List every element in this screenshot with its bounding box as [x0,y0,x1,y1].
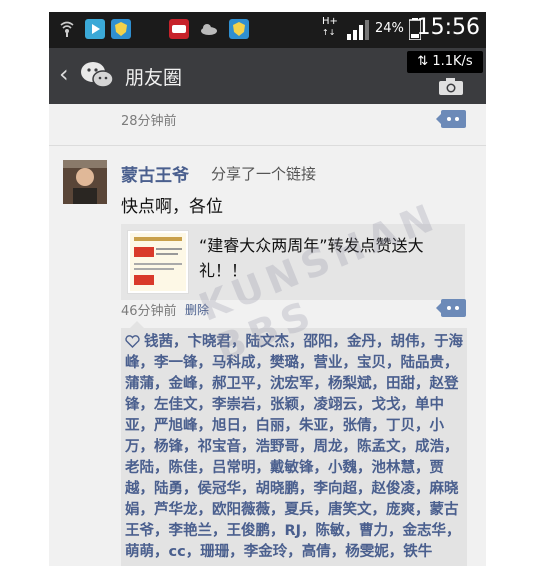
shield-app-icon [111,19,131,39]
youku-app-icon [169,19,189,39]
poster-name[interactable]: 蒙古王爷 [121,161,189,186]
status-bar: H+ ↑↓ 24% 15:56 [49,12,486,48]
app-titlebar: ‹ 朋友圈 ⇅ 1.1K/s [49,48,486,104]
clock-time: 15:56 [416,15,480,40]
poster-action: 分享了一个链接 [211,165,317,183]
prev-post-time: 28分钟前 [121,114,177,129]
network-type: H+ ↑↓ [322,16,338,37]
comment-more-icon-2[interactable] [436,298,466,318]
shared-link-card[interactable]: “建睿大众两周年”转发点赞送大礼！！ [121,224,465,300]
likes-box: 钱茜，卞晓君，陆文杰，邵阳，金丹，胡伟，于海峰，李一锋，马科成，樊璐，营业，宝贝… [121,328,467,566]
delete-link[interactable]: 删除 [185,301,209,318]
net-speed-indicator: ⇅ 1.1K/s [407,51,483,73]
phone-screen: H+ ↑↓ 24% 15:56 ‹ 朋友圈 ⇅ 1.1K/s 28分钟前 蒙古王… [49,12,486,566]
comment-more-icon[interactable] [436,109,466,129]
post-text: 快点啊，各位 [121,197,223,217]
wifi-hotspot-icon [60,21,74,37]
link-thumbnail [127,230,189,294]
link-title: “建睿大众两周年”转发点赞送大礼！！ [199,236,424,280]
signal-strength-icon [347,20,369,40]
heart-icon [125,335,140,348]
post-divider [49,145,486,146]
video-app-icon [85,19,105,39]
wechat-logo-icon [81,62,114,88]
back-arrow-icon[interactable]: ‹ [59,60,69,88]
battery-percent: 24% [375,21,404,36]
post-time: 46分钟前 [121,304,177,319]
browser-strip [0,0,548,12]
weather-cloud-icon [201,24,217,35]
camera-icon[interactable] [439,78,463,95]
likes-list: 钱茜，卞晓君，陆文杰，邵阳，金丹，胡伟，于海峰，李一锋，马科成，樊璐，营业，宝贝… [125,334,463,560]
page-title: 朋友圈 [125,67,183,89]
shield-app-icon-2 [229,19,249,39]
avatar[interactable] [63,160,107,204]
